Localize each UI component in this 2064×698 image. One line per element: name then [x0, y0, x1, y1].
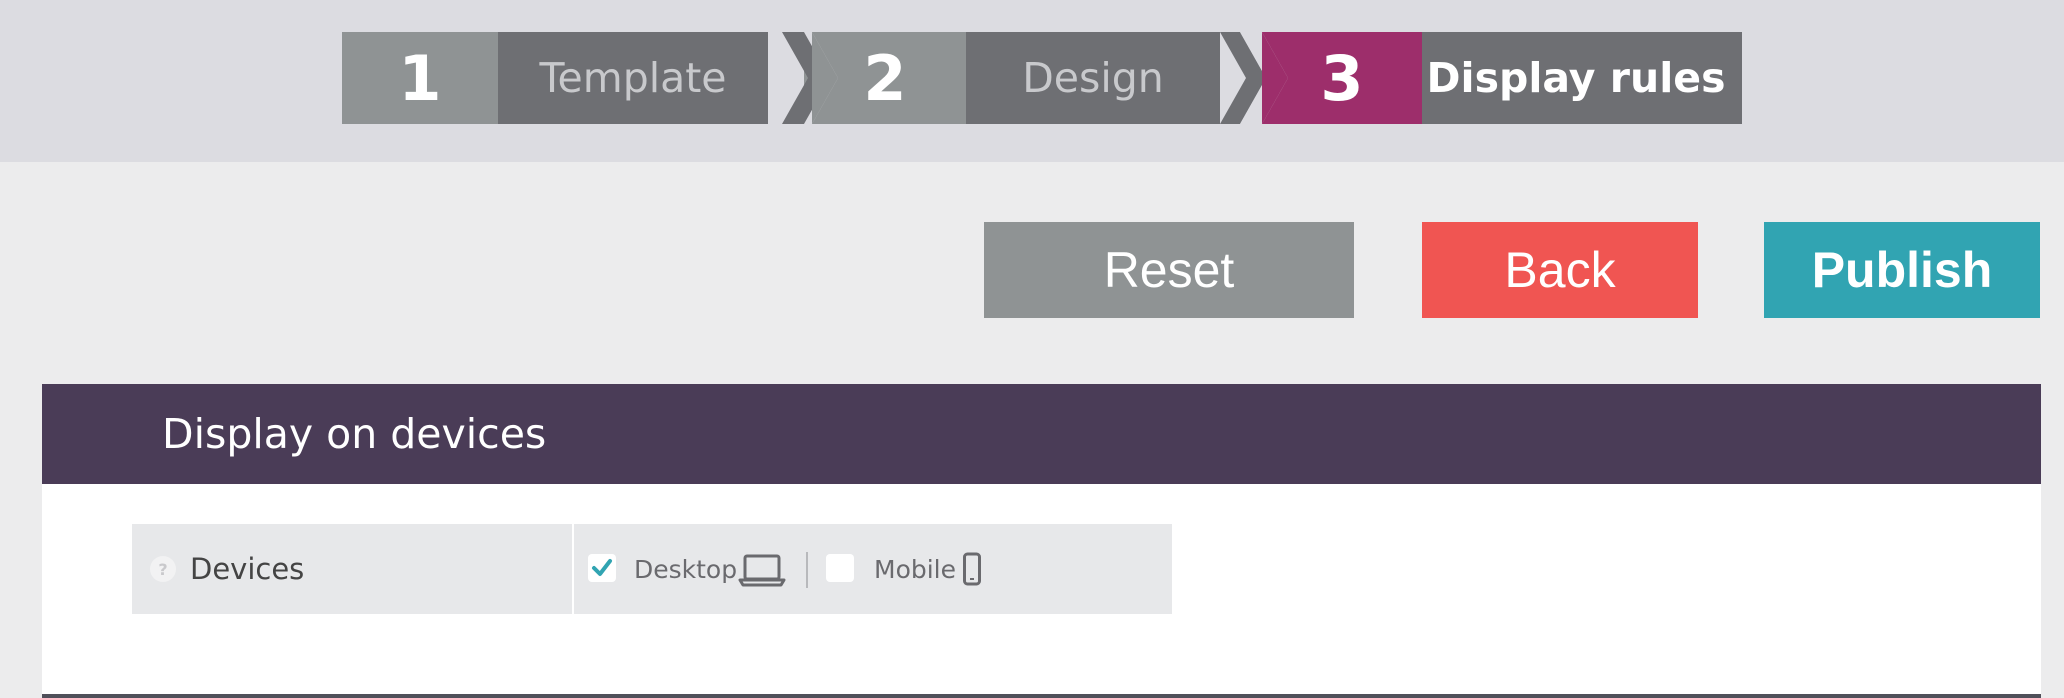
mobile-icon — [963, 552, 981, 586]
devices-label: Devices — [190, 552, 305, 586]
help-icon[interactable]: ? — [150, 556, 176, 582]
panel-title: Display on devices — [42, 384, 2041, 484]
wizard-topbar: 1 Template 2 Design 3 Display rules — [0, 0, 2064, 162]
panel-bottom-border — [42, 694, 2041, 698]
options-divider — [806, 552, 808, 588]
wizard-steps: 1 Template 2 Design 3 Display rules — [342, 32, 1742, 124]
mobile-checkbox[interactable] — [826, 554, 854, 582]
step-chevrons — [782, 32, 1288, 124]
back-button[interactable]: Back — [1422, 222, 1698, 318]
desktop-label[interactable]: Desktop — [634, 524, 737, 614]
row-separator — [572, 524, 574, 614]
devices-row: ? Devices Desktop Mobile — [132, 524, 1172, 614]
desktop-checkbox[interactable] — [588, 554, 616, 582]
reset-button[interactable]: Reset — [984, 222, 1354, 318]
display-on-devices-panel: Display on devices ? Devices Desktop Mob… — [42, 384, 2041, 698]
checkmark-icon — [592, 559, 612, 576]
publish-button[interactable]: Publish — [1764, 222, 2040, 318]
mobile-label[interactable]: Mobile — [874, 524, 956, 614]
laptop-icon — [738, 554, 786, 587]
